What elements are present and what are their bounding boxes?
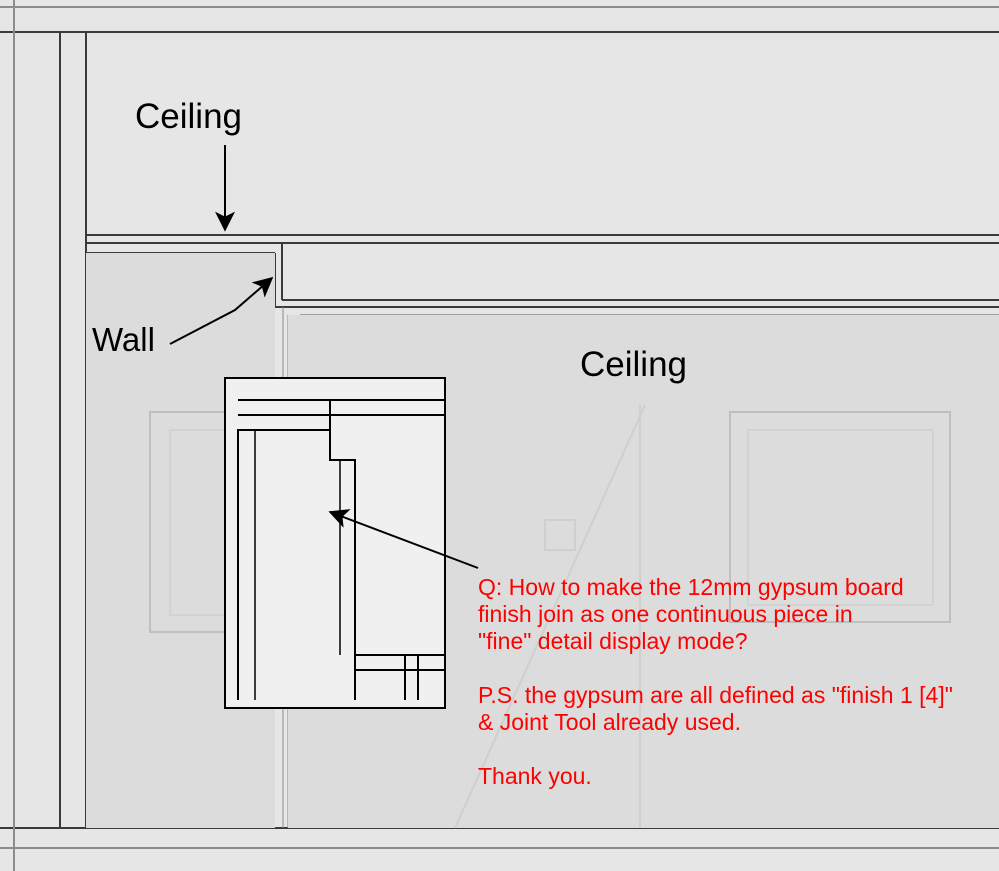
section-drawing: Ceiling Wall Ceiling Q: How to make the … (0, 0, 999, 871)
annotation-thanks: Thank you. (478, 763, 592, 789)
annotation-ps1: P.S. the gypsum are all defined as "fini… (478, 682, 953, 708)
annotation-ps2: & Joint Tool already used. (478, 709, 741, 735)
annotation-q3: "fine" detail display mode? (478, 628, 748, 654)
label-wall: Wall (92, 321, 155, 358)
label-ceiling-lower: Ceiling (580, 345, 687, 384)
label-ceiling-upper: Ceiling (135, 97, 242, 136)
annotation-q1: Q: How to make the 12mm gypsum board (478, 574, 904, 600)
annotation-q2: finish join as one continuous piece in (478, 601, 853, 627)
